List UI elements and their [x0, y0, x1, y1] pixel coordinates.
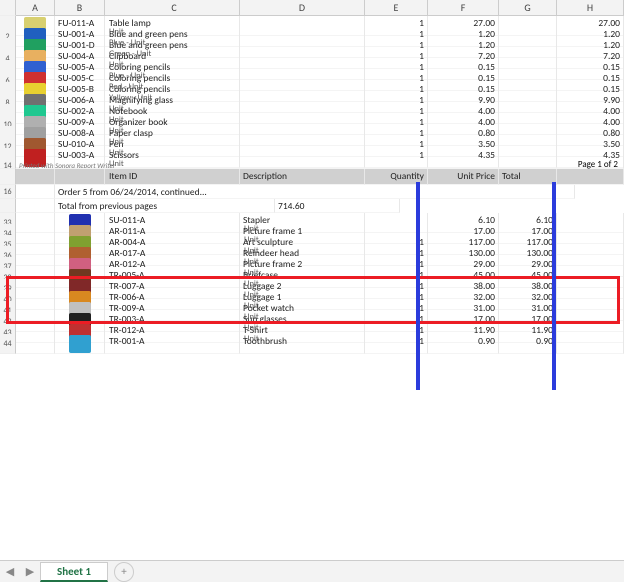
col-header-a[interactable]: A	[16, 0, 55, 15]
item-icon	[55, 334, 105, 354]
cell[interactable]: Unit Price	[428, 169, 499, 185]
cell[interactable]: 1	[365, 334, 428, 354]
column-headers: A B C D E F G H	[0, 0, 624, 16]
cell[interactable]: Quantity	[365, 169, 428, 185]
col-header-h[interactable]: H	[557, 0, 624, 15]
sheet-tabs: ◀ ▶ Sheet 1 +	[0, 560, 624, 582]
table-row: 16 Order 5 from 06/24/2014, continued...	[0, 185, 624, 199]
table-row: 44TR-001-AToothbrush10.900.90	[0, 334, 624, 354]
select-all-cell[interactable]	[0, 0, 16, 16]
total-previous-label[interactable]: Total from previous pages	[55, 199, 275, 213]
printed-note: Printed with Sonora Report Writer	[16, 159, 624, 169]
cell[interactable]: Total	[499, 169, 557, 185]
tab-prev-icon[interactable]: ◀	[0, 565, 20, 578]
cell[interactable]: Item ID	[105, 169, 240, 185]
continued-text[interactable]: Order 5 from 06/24/2014, continued...	[55, 185, 575, 199]
grid[interactable]: FU-011-ATable lamp127.0027.00Unit2SU-001…	[0, 16, 624, 354]
cell[interactable]	[16, 169, 55, 185]
col-header-f[interactable]: F	[428, 0, 499, 15]
table-row: 14Printed with Sonora Report WriterPage …	[0, 159, 624, 169]
table-row: Item IDDescriptionQuantityUnit PriceTota…	[0, 169, 624, 185]
cell[interactable]	[55, 169, 105, 185]
spreadsheet[interactable]: A B C D E F G H FU-011-ATable lamp127.00…	[0, 0, 624, 560]
cell[interactable]: 0.90	[428, 334, 499, 354]
table-row: Total from previous pages714.60	[0, 199, 624, 213]
col-header-c[interactable]: C	[105, 0, 240, 15]
row-header[interactable]: 14	[0, 159, 16, 169]
cell[interactable]	[557, 334, 624, 354]
col-header-g[interactable]: G	[499, 0, 557, 15]
col-header-e[interactable]: E	[365, 0, 428, 15]
add-sheet-button[interactable]: +	[114, 562, 134, 582]
cell[interactable]: Description	[240, 169, 365, 185]
col-header-d[interactable]: D	[240, 0, 365, 15]
row-header[interactable]	[0, 199, 16, 213]
total-previous-value[interactable]: 714.60	[275, 199, 400, 213]
row-header[interactable]	[0, 169, 16, 185]
page-label: Page 1 of 2	[578, 159, 618, 170]
cell[interactable]	[16, 185, 55, 199]
cell[interactable]: TR-001-A	[105, 334, 240, 354]
cell[interactable]: 0.90	[499, 334, 557, 354]
cell[interactable]	[16, 199, 55, 213]
row-header[interactable]: 44	[0, 334, 16, 354]
cell[interactable]	[16, 334, 55, 354]
col-header-b[interactable]: B	[55, 0, 105, 15]
cell[interactable]	[557, 169, 624, 185]
tab-sheet1[interactable]: Sheet 1	[40, 562, 108, 582]
tab-next-icon[interactable]: ▶	[20, 565, 40, 578]
row-header[interactable]: 16	[0, 185, 16, 199]
